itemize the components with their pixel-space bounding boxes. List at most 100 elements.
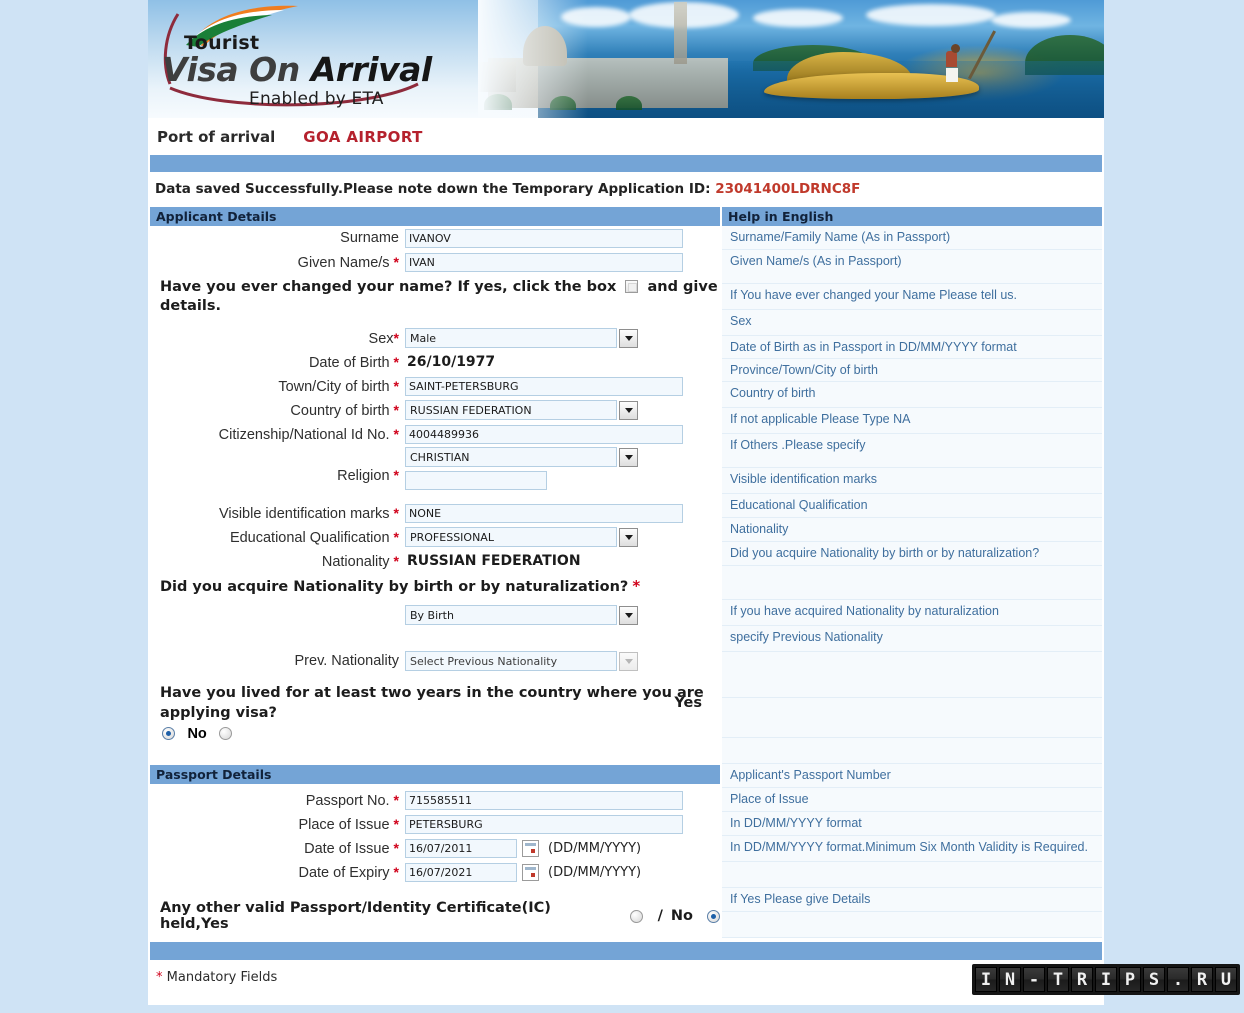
acquire-nationality-value: By Birth: [405, 605, 617, 625]
other-passport-separator: /: [657, 908, 663, 924]
country-of-birth-label: Country of birth *: [290, 401, 399, 419]
save-success-message: Data saved Successfully.Please note down…: [148, 172, 1104, 207]
help-item: If not applicable Please Type NA: [722, 408, 1102, 434]
place-of-issue-input[interactable]: [405, 814, 683, 834]
watermark-char: R: [1191, 967, 1213, 992]
field-row-surname: Surname: [150, 226, 720, 250]
prev-nationality-select[interactable]: Select Previous Nationality: [405, 651, 638, 671]
other-passport-no-label: No: [670, 908, 693, 924]
identification-marks-input[interactable]: [405, 503, 683, 523]
help-item: Educational Qualification: [722, 494, 1102, 518]
passport-no-input[interactable]: [405, 790, 683, 810]
port-of-arrival-row: Port of arrival GOA AIRPORT: [148, 118, 1104, 155]
education-select-value: PROFESSIONAL: [405, 527, 617, 547]
changed-name-question-text: Have you ever changed your name? If yes,…: [160, 279, 617, 295]
calendar-icon[interactable]: [522, 839, 539, 857]
chevron-down-icon[interactable]: [619, 605, 638, 625]
help-item: Did you acquire Nationality by birth or …: [722, 542, 1102, 566]
help-item: Sex: [722, 310, 1102, 336]
watermark-char: U: [1215, 967, 1237, 992]
logo-arrival: Arrival: [310, 50, 433, 89]
lived-two-years-yes-radio[interactable]: [219, 727, 233, 740]
help-item: Country of birth: [722, 382, 1102, 408]
port-of-arrival-label: Port of arrival: [157, 127, 276, 146]
help-item: [722, 698, 1102, 738]
field-row-date-of-expiry: Date of Expiry* (DD/MM/YYYY): [150, 860, 720, 884]
mandatory-star: *: [156, 970, 163, 985]
changed-name-checkbox[interactable]: [625, 280, 639, 293]
acquire-nationality-question: Did you acquire Nationality by birth or …: [160, 577, 641, 595]
sex-select[interactable]: Male: [405, 328, 638, 348]
help-item: Visible identification marks: [722, 468, 1102, 494]
form-body: Applicant Details Surname Given Name/s* …: [148, 207, 1104, 942]
save-success-text: Data saved Successfully.Please note down…: [155, 181, 711, 197]
lived-two-years-line2: applying visa?: [160, 705, 277, 721]
religion-select-value: CHRISTIAN: [405, 447, 617, 467]
religion-other-input[interactable]: [405, 471, 547, 490]
left-column: Applicant Details Surname Given Name/s* …: [150, 207, 720, 942]
chevron-down-icon[interactable]: [619, 328, 638, 348]
field-row-date-of-birth: Date of Birth * 26/10/1977: [150, 350, 720, 374]
help-item: Nationality: [722, 518, 1102, 542]
watermark-char: S: [1143, 967, 1165, 992]
watermark-char: T: [1047, 967, 1069, 992]
education-label: Educational Qualification *: [229, 528, 399, 546]
watermark-char: -: [1023, 967, 1045, 992]
lived-two-years-radio-group: No: [150, 723, 720, 743]
date-of-birth-value: 26/10/1977: [407, 354, 496, 370]
field-row-citizenship-id: Citizenship/National Id No. *: [150, 422, 720, 446]
help-item: [722, 912, 1102, 938]
field-row-sex: Sex* Male: [150, 326, 720, 350]
temporary-application-id: 23041400LDRNC8F: [715, 181, 861, 197]
date-of-issue-input[interactable]: [405, 838, 517, 858]
help-item: [722, 652, 1102, 698]
chevron-down-icon[interactable]: [619, 400, 638, 420]
applicant-details-header: Applicant Details: [150, 207, 720, 226]
date-of-issue-label: Date of Issue *: [304, 839, 399, 857]
citizenship-id-input[interactable]: [405, 424, 683, 444]
field-row-date-of-issue: Date of Issue* (DD/MM/YYYY): [150, 836, 720, 860]
acquire-nationality-select[interactable]: By Birth: [405, 605, 638, 625]
prev-nationality-value: Select Previous Nationality: [405, 651, 617, 671]
watermark-char: I: [1095, 967, 1117, 992]
identification-marks-label: Visible identification marks *: [218, 504, 399, 522]
page-bottom-strip: [0, 1005, 1244, 1013]
other-passport-no-radio[interactable]: [707, 909, 720, 923]
date-of-expiry-input[interactable]: [405, 862, 517, 882]
logo-subtitle: Enabled by ETA: [249, 89, 384, 109]
other-passport-yes-radio[interactable]: [629, 909, 643, 923]
field-row-acquire-nationality: By Birth: [150, 603, 720, 627]
chevron-down-icon[interactable]: [619, 527, 638, 547]
sex-select-value: Male: [405, 328, 617, 348]
chevron-down-icon: [619, 651, 638, 671]
lived-two-years-line1: Have you lived for at least two years in…: [160, 685, 704, 701]
passport-details-header: Passport Details: [150, 765, 720, 784]
field-row-country-of-birth: Country of birth * RUSSIAN FEDERATION: [150, 398, 720, 422]
help-item: [722, 738, 1102, 764]
content-shell: Tourist Visa On Arrival Enabled by ETA P…: [148, 0, 1104, 1013]
help-list: Surname/Family Name (As in Passport) Giv…: [722, 226, 1102, 938]
prev-nationality-label: Prev. Nationality: [294, 653, 400, 669]
surname-input[interactable]: [405, 228, 683, 248]
chevron-down-icon[interactable]: [619, 447, 638, 467]
religion-select[interactable]: CHRISTIAN: [405, 447, 638, 467]
watermark: IN-TRIPS.RU: [972, 964, 1240, 995]
religion-label: Religion *: [337, 467, 399, 484]
lived-two-years-no-radio[interactable]: [162, 727, 175, 740]
town-of-birth-label: Town/City of birth *: [278, 377, 399, 395]
date-of-issue-format: (DD/MM/YYYY): [548, 840, 642, 856]
field-row-prev-nationality: Prev. Nationality Select Previous Nation…: [150, 649, 720, 673]
other-passport-question: Any other valid Passport/Identity Certif…: [150, 884, 720, 942]
country-of-birth-select[interactable]: RUSSIAN FEDERATION: [405, 400, 638, 420]
given-name-input[interactable]: [405, 252, 683, 272]
help-item: Place of Issue: [722, 788, 1102, 812]
education-select[interactable]: PROFESSIONAL: [405, 527, 638, 547]
nationality-value: RUSSIAN FEDERATION: [407, 553, 581, 569]
help-item: [722, 862, 1102, 888]
town-of-birth-input[interactable]: [405, 376, 683, 396]
top-blue-divider: [150, 155, 1102, 172]
logo-main-text: Visa On Arrival: [162, 50, 432, 89]
country-of-birth-value: RUSSIAN FEDERATION: [405, 400, 617, 420]
calendar-icon[interactable]: [522, 863, 539, 881]
help-item: If you have acquired Nationality by natu…: [722, 600, 1102, 626]
